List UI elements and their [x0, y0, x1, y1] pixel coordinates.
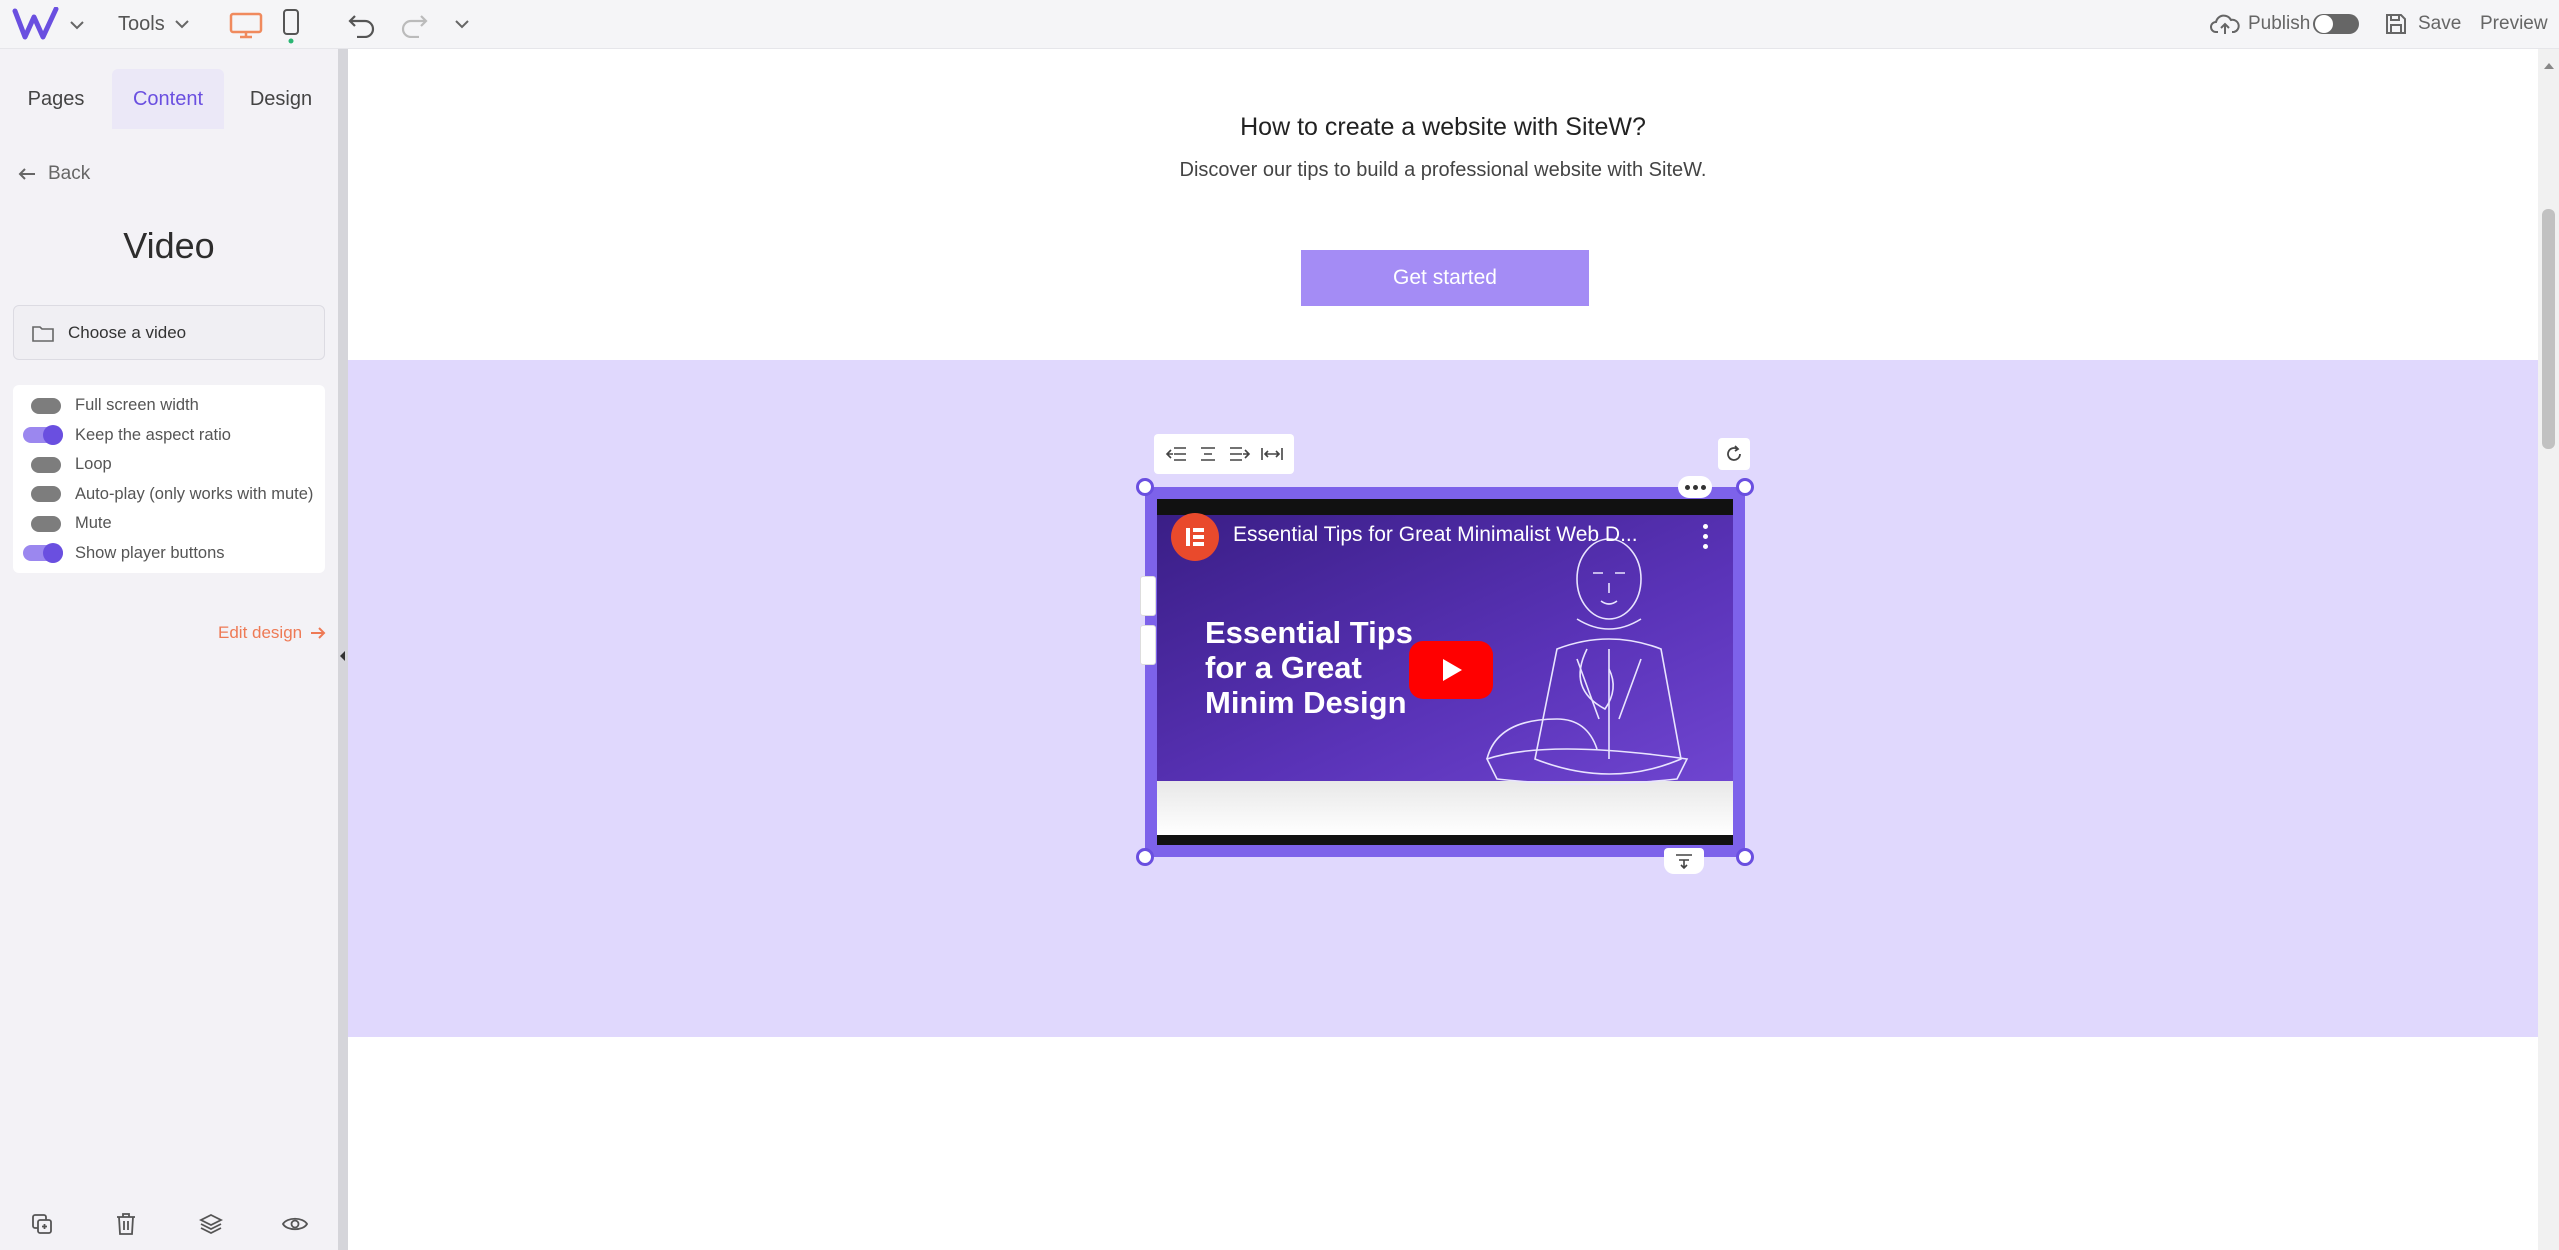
channel-avatar[interactable]	[1171, 513, 1219, 561]
edit-design-label: Edit design	[218, 623, 303, 642]
keep-aspect-ratio-toggle[interactable]	[19, 425, 65, 446]
sitew-logo-icon[interactable]	[10, 6, 62, 42]
resize-handle-bottom-left[interactable]	[1136, 848, 1154, 866]
option-show-player-buttons[interactable]: Show player buttons	[13, 539, 325, 569]
panel-title: Video	[123, 225, 215, 266]
align-center-icon[interactable]	[1196, 442, 1220, 466]
scrollbar-thumb[interactable]	[2542, 209, 2555, 449]
collapse-sidebar-icon[interactable]	[338, 646, 348, 666]
chevron-down-icon	[174, 19, 189, 28]
option-label: Full screen width	[75, 396, 199, 415]
side-grip-handle[interactable]	[1140, 625, 1156, 665]
resize-handle-top-right[interactable]	[1736, 478, 1754, 496]
choose-video-label: Choose a video	[68, 322, 187, 342]
full-screen-width-toggle[interactable]	[19, 396, 65, 416]
back-button[interactable]: Back	[18, 163, 90, 185]
publish-button[interactable]: Publish	[2210, 8, 2310, 40]
choose-video-button[interactable]: Choose a video	[13, 305, 325, 360]
align-left-icon[interactable]	[1164, 442, 1188, 466]
preview-button[interactable]: Preview	[2480, 8, 2548, 40]
hero-subtitle[interactable]: Discover our tips to build a professiona…	[348, 159, 2538, 182]
alignment-toolbar	[1154, 434, 1294, 474]
arrow-left-icon	[18, 168, 35, 180]
arrow-right-icon	[311, 627, 326, 639]
tools-menu[interactable]: Tools	[118, 10, 189, 38]
option-auto-play[interactable]: Auto-play (only works with mute)	[13, 480, 325, 510]
folder-icon	[32, 325, 54, 342]
canvas-scrollbar[interactable]	[2538, 49, 2559, 1250]
option-label: Show player buttons	[75, 543, 225, 562]
left-sidebar: Pages Content Design Back Video Choose a…	[0, 49, 338, 1250]
option-mute[interactable]: Mute	[13, 509, 325, 539]
scroll-up-icon[interactable]	[2544, 63, 2554, 69]
duplicate-icon[interactable]	[27, 1209, 57, 1239]
play-icon[interactable]	[1409, 641, 1493, 699]
chevron-down-icon[interactable]	[66, 14, 88, 36]
back-label: Back	[48, 163, 91, 184]
video-title[interactable]: Essential Tips for Great Minimalist Web …	[1233, 523, 1673, 547]
history-chevron-down-icon[interactable]	[450, 12, 474, 36]
show-player-buttons-toggle[interactable]	[19, 543, 65, 564]
side-grip-handle[interactable]	[1140, 576, 1156, 616]
trash-icon[interactable]	[111, 1209, 141, 1239]
reset-icon[interactable]	[1718, 438, 1750, 470]
publish-toggle[interactable]	[2312, 13, 2360, 35]
video-embed[interactable]: Essential Tips for Great Minimalist Web …	[1157, 499, 1733, 845]
align-right-icon[interactable]	[1228, 442, 1252, 466]
option-label: Keep the aspect ratio	[75, 425, 231, 444]
tab-pages[interactable]: Pages	[0, 69, 112, 129]
option-loop[interactable]: Loop	[13, 450, 325, 480]
cloud-upload-icon	[2210, 14, 2240, 34]
eye-icon[interactable]	[280, 1209, 310, 1239]
element-settings-icon[interactable]	[1664, 848, 1704, 874]
loop-toggle[interactable]	[19, 455, 65, 475]
editor-canvas[interactable]: How to create a website with SiteW? Disc…	[348, 49, 2538, 1250]
desktop-view-icon[interactable]	[226, 10, 266, 40]
resize-handle-top-left[interactable]	[1136, 478, 1154, 496]
element-more-options-icon[interactable]	[1678, 476, 1712, 498]
top-toolbar: Tools Publish Save Preview	[0, 0, 2559, 49]
redo-icon[interactable]	[396, 8, 432, 40]
preview-label: Preview	[2480, 13, 2548, 34]
option-keep-aspect-ratio[interactable]: Keep the aspect ratio	[13, 421, 325, 451]
video-options-list: Full screen width Keep the aspect ratio …	[13, 385, 325, 573]
tab-content[interactable]: Content	[112, 69, 224, 129]
full-width-icon[interactable]	[1260, 442, 1284, 466]
save-label: Save	[2418, 13, 2462, 34]
edit-design-link[interactable]: Edit design	[218, 623, 326, 643]
sidebar-bottom-actions	[0, 1199, 338, 1249]
video-more-icon[interactable]	[1695, 521, 1715, 551]
option-label: Loop	[75, 455, 112, 474]
mobile-view-icon[interactable]	[278, 8, 304, 44]
undo-icon[interactable]	[344, 8, 380, 40]
resize-handle-bottom-right[interactable]	[1736, 848, 1754, 866]
auto-play-toggle[interactable]	[19, 484, 65, 504]
sidebar-tabs: Pages Content Design	[0, 69, 338, 129]
get-started-button[interactable]: Get started	[1301, 250, 1589, 306]
layers-icon[interactable]	[196, 1209, 226, 1239]
option-full-screen-width[interactable]: Full screen width	[13, 391, 325, 421]
hero-title[interactable]: How to create a website with SiteW?	[348, 113, 2538, 142]
option-label: Mute	[75, 514, 112, 533]
tools-label: Tools	[118, 12, 165, 35]
tab-design[interactable]: Design	[224, 69, 338, 129]
option-label: Auto-play (only works with mute)	[75, 484, 314, 503]
mute-toggle[interactable]	[19, 514, 65, 534]
save-button[interactable]: Save	[2384, 8, 2461, 40]
publish-label: Publish	[2248, 13, 2311, 34]
floppy-disk-icon	[2386, 14, 2406, 34]
